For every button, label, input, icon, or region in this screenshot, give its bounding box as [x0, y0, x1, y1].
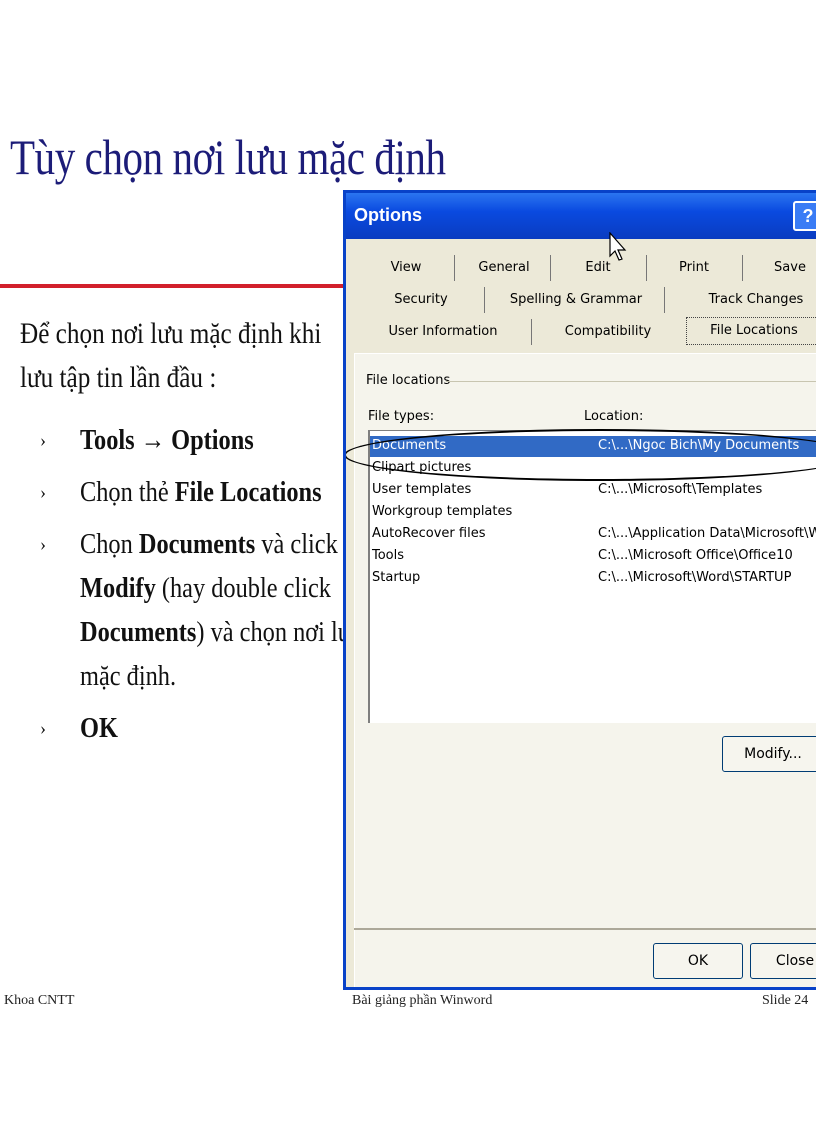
list-item[interactable]: Startup C:\...\Microsoft\Word\STARTUP [370, 568, 816, 589]
bullet-item: › Chọn Documents và click Modify (hay do… [40, 522, 363, 698]
bullet-item: › Tools → Options [40, 418, 340, 462]
modify-button[interactable]: Modify... [722, 736, 816, 772]
tab-security[interactable]: Security [386, 287, 456, 313]
bullet-text: Chọn thẻ [80, 476, 175, 508]
bullet-text: mặc định. [80, 660, 177, 692]
help-button[interactable]: ? [793, 201, 816, 231]
tab-separator [550, 255, 551, 281]
tab-track-changes[interactable]: Track Changes [696, 287, 816, 313]
bullet-bold: OK [80, 712, 118, 744]
bullet-text: và click [255, 528, 338, 560]
file-location: C:\...\Microsoft\Templates [598, 482, 763, 497]
file-location: C:\...\Application Data\Microsoft\Word [598, 526, 816, 541]
tab-spelling-grammar[interactable]: Spelling & Grammar [506, 287, 646, 313]
tab-separator [454, 255, 455, 281]
bullet-mark: › [40, 718, 46, 738]
file-type: Workgroup templates [372, 504, 513, 519]
dialog-divider [354, 928, 816, 930]
group-label: File locations [366, 373, 451, 388]
group-divider [446, 381, 816, 382]
title-rule [0, 284, 350, 288]
tab-separator [646, 255, 647, 281]
bullet-text: ) và chọn nơi lưu [196, 616, 364, 648]
tab-file-locations[interactable]: File Locations [686, 317, 816, 345]
bullet-mark: › [40, 482, 46, 502]
tab-compatibility[interactable]: Compatibility [548, 319, 668, 345]
file-location: C:\...\Microsoft\Word\STARTUP [598, 570, 792, 585]
bullet-bold: Modify [80, 572, 156, 604]
file-type: User templates [372, 482, 472, 497]
dialog-title: Options [354, 205, 422, 225]
tab-save[interactable]: Save [758, 255, 816, 281]
list-item[interactable]: Workgroup templates [370, 502, 816, 523]
tab-separator [531, 319, 532, 345]
bullet-item: › OK [40, 706, 340, 750]
tab-print[interactable]: Print [662, 255, 726, 281]
bullet-bold: File Locations [174, 476, 322, 508]
dialog-titlebar[interactable]: Options ? [346, 193, 816, 239]
tab-separator [484, 287, 485, 313]
col-file-types: File types: [368, 409, 435, 424]
file-location: C:\...\Microsoft Office\Office10 [598, 548, 793, 563]
list-item[interactable]: Tools C:\...\Microsoft Office\Office10 [370, 546, 816, 567]
bullet-mark: › [40, 430, 46, 450]
file-type: Startup [372, 570, 421, 585]
tab-separator [664, 287, 665, 313]
bullet-mark: › [40, 534, 46, 554]
bullet-bold: Tools [80, 424, 135, 456]
tab-separator [742, 255, 743, 281]
tab-view[interactable]: View [376, 255, 436, 281]
intro-line-1: Để chọn nơi lưu mặc định khi [20, 317, 322, 350]
intro-text: Để chọn nơi lưu mặc định khi lưu tập tin… [20, 312, 322, 400]
bullet-list: › Tools → Options › Chọn thẻ File Locati… [40, 418, 363, 758]
tab-user-information[interactable]: User Information [378, 319, 508, 345]
footer-center: Bài giảng phần Winword [352, 993, 493, 1008]
bullet-text: (hay double click [155, 572, 331, 604]
ok-button[interactable]: OK [653, 943, 743, 979]
footer-left: Khoa CNTT [4, 993, 75, 1008]
bullet-bold: Documents [80, 616, 197, 648]
slide-title: Tùy chọn nơi lưu mặc định [10, 129, 446, 185]
file-type: AutoRecover files [372, 526, 486, 541]
bullet-text: Chọn [80, 528, 139, 560]
tab-general[interactable]: General [464, 255, 544, 281]
bullet-bold: Options [171, 424, 254, 456]
file-type: Tools [372, 548, 405, 563]
close-button[interactable]: Close [750, 943, 816, 979]
intro-line-2: lưu tập tin lần đầu : [20, 361, 217, 394]
bullet-bold: Documents [138, 528, 256, 560]
bullet-item: › Chọn thẻ File Locations [40, 470, 340, 514]
footer-right: Slide 24 [762, 993, 809, 1008]
list-item[interactable]: User templates C:\...\Microsoft\Template… [370, 480, 816, 501]
col-location: Location: [584, 409, 644, 424]
list-item[interactable]: AutoRecover files C:\...\Application Dat… [370, 524, 816, 545]
options-dialog: Options ? View General Edit Print Save S… [343, 190, 816, 990]
bullet-arrow: → [134, 424, 172, 456]
